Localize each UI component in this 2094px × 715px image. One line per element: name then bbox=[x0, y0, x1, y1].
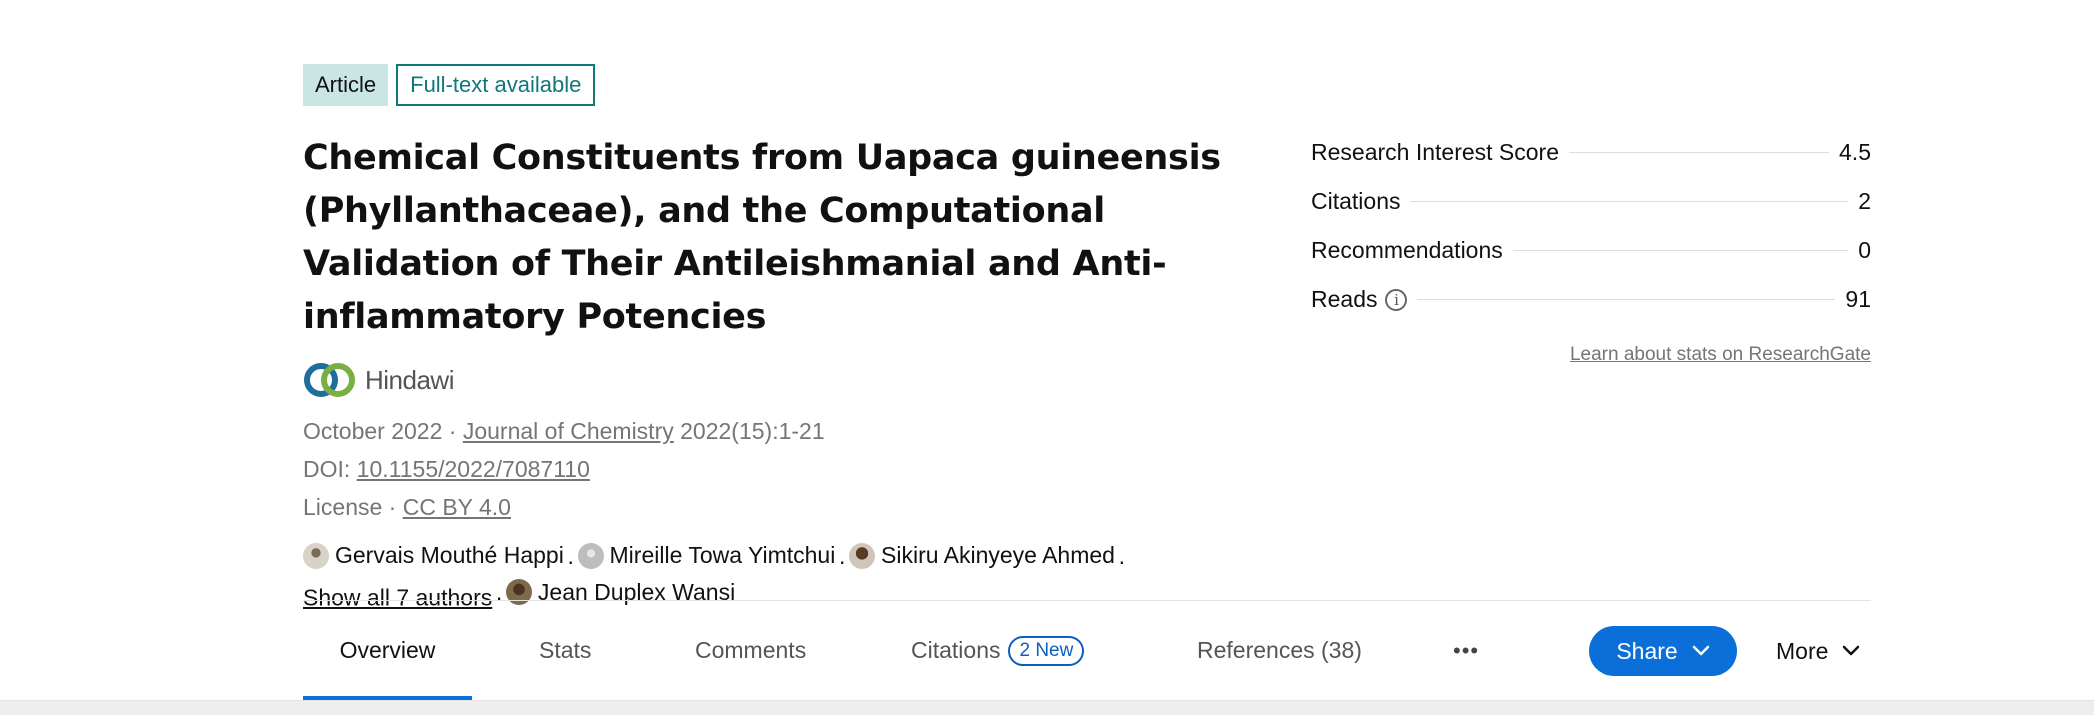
stat-label: Research Interest Score bbox=[1311, 139, 1560, 165]
info-icon[interactable]: i bbox=[1385, 288, 1408, 311]
publication-title: Chemical Constituents from Uapaca guinee… bbox=[303, 138, 1221, 337]
date-journal-line: October 2022 · Journal of Chemistry 2022… bbox=[303, 412, 1253, 450]
license-label: License bbox=[303, 494, 383, 520]
doi-link[interactable]: 10.1155/2022/7087110 bbox=[357, 456, 590, 482]
tab-comments[interactable]: Comments bbox=[695, 601, 806, 700]
more-label: More bbox=[1776, 637, 1829, 664]
author-line-1: Gervais Mouthé Happi · Mireille Towa Yim… bbox=[303, 540, 1253, 577]
stats-panel: Research Interest Score 4.5 Citations 2 … bbox=[1311, 128, 1871, 366]
publication-date: October 2022 bbox=[303, 418, 443, 444]
stat-leader-line bbox=[1512, 250, 1849, 251]
tab-overview[interactable]: Overview bbox=[303, 601, 472, 700]
chevron-down-icon bbox=[1692, 645, 1709, 656]
journal-volume: 2022(15):1-21 bbox=[680, 418, 825, 444]
publisher[interactable]: Hindawi bbox=[303, 358, 1253, 402]
stat-leader-line bbox=[1410, 201, 1849, 202]
stat-label: Citations bbox=[1311, 188, 1401, 214]
publication-meta: October 2022 · Journal of Chemistry 2022… bbox=[303, 412, 1253, 526]
tab-label: Citations bbox=[911, 637, 1001, 663]
stat-leader-line bbox=[1417, 299, 1836, 300]
stat-row-recommendations: Recommendations 0 bbox=[1311, 226, 1871, 275]
author-item[interactable]: Mireille Towa Yimtchui bbox=[577, 540, 836, 571]
article-type-badge: Article bbox=[303, 64, 389, 106]
new-citations-badge: 2 New bbox=[1008, 635, 1085, 666]
share-label: Share bbox=[1616, 637, 1678, 664]
meta-separator: · bbox=[388, 494, 397, 520]
stat-label: Recommendations bbox=[1311, 237, 1503, 263]
tab-stats[interactable]: Stats bbox=[539, 601, 591, 700]
more-tabs-ellipsis-icon[interactable]: ••• bbox=[1453, 601, 1479, 700]
stat-label: Reads bbox=[1311, 286, 1378, 312]
page-bottom-edge bbox=[0, 700, 2094, 715]
tab-label: Stats bbox=[539, 637, 592, 663]
stat-value: 0 bbox=[1858, 237, 1871, 263]
journal-link[interactable]: Journal of Chemistry bbox=[463, 418, 674, 444]
stat-row-reads: Reads i 91 bbox=[1311, 275, 1871, 324]
share-button[interactable]: Share bbox=[1589, 626, 1737, 676]
avatar bbox=[303, 542, 329, 569]
publisher-name: Hindawi bbox=[365, 364, 455, 395]
doi-line: DOI: 10.1155/2022/7087110 bbox=[303, 450, 1253, 488]
publication-header: Article Full-text available Chemical Con… bbox=[303, 64, 1253, 613]
meta-separator: · bbox=[448, 418, 457, 444]
doi-label: DOI: bbox=[303, 456, 351, 482]
tab-bar: Overview Stats Comments Citations 2 New … bbox=[303, 601, 1871, 700]
tab-label: Overview bbox=[339, 637, 436, 663]
avatar bbox=[577, 542, 604, 569]
author-separator: · bbox=[1117, 547, 1126, 574]
tab-references[interactable]: References (38) bbox=[1197, 601, 1362, 700]
stat-value: 2 bbox=[1858, 188, 1871, 214]
author-name: Gervais Mouthé Happi bbox=[335, 542, 564, 568]
chevron-down-icon bbox=[1843, 645, 1860, 656]
tab-label: References (38) bbox=[1197, 637, 1362, 663]
more-button[interactable]: More bbox=[1776, 626, 1860, 676]
author-name: Mireille Towa Yimtchui bbox=[609, 542, 836, 568]
hindawi-logo-icon bbox=[304, 363, 355, 397]
avatar bbox=[849, 542, 876, 569]
stat-leader-line bbox=[1569, 152, 1830, 153]
license-line: License · CC BY 4.0 bbox=[303, 488, 1253, 526]
fulltext-available-badge[interactable]: Full-text available bbox=[396, 64, 596, 106]
author-separator: · bbox=[566, 547, 575, 574]
license-link[interactable]: CC BY 4.0 bbox=[403, 494, 511, 520]
badge-row: Article Full-text available bbox=[303, 64, 1253, 106]
author-item[interactable]: Sikiru Akinyeye Ahmed bbox=[849, 540, 1115, 571]
author-item[interactable]: Gervais Mouthé Happi bbox=[303, 540, 564, 571]
tab-citations[interactable]: Citations 2 New bbox=[911, 601, 1085, 700]
learn-about-stats-link[interactable]: Learn about stats on ResearchGate bbox=[1311, 344, 1871, 366]
author-separator: · bbox=[838, 547, 847, 574]
tab-label: Comments bbox=[695, 637, 807, 663]
stat-row-citations: Citations 2 bbox=[1311, 177, 1871, 226]
stat-value: 4.5 bbox=[1839, 139, 1871, 165]
stat-row-research-interest: Research Interest Score 4.5 bbox=[1311, 128, 1871, 177]
stat-value: 91 bbox=[1845, 286, 1871, 312]
author-name: Sikiru Akinyeye Ahmed bbox=[881, 542, 1115, 568]
